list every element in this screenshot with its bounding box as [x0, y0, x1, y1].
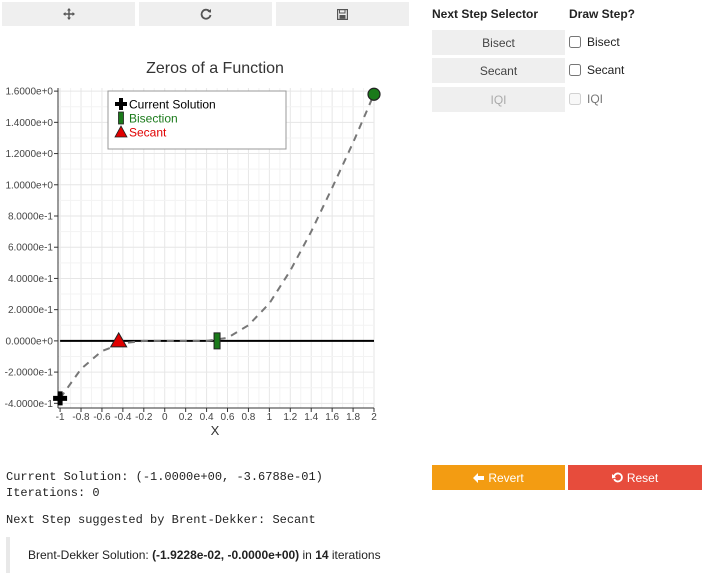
result-middle: in — [299, 548, 316, 562]
next-step-text: Next Step suggested by Brent-Dekker: Sec… — [6, 513, 316, 527]
result-suffix: iterations — [328, 548, 381, 562]
result-value: (-1.9228e-02, -0.0000e+00) — [152, 548, 300, 562]
draw-bisect-checkbox[interactable] — [569, 36, 581, 48]
pan-button[interactable] — [2, 2, 135, 26]
bisection-marker — [213, 332, 221, 350]
y-tick-label: 2.0000e-1 — [8, 305, 53, 316]
iterations-text: Iterations: 0 — [6, 486, 100, 500]
reset-label: Reset — [626, 470, 659, 485]
arrow-left-icon — [473, 472, 485, 483]
save-button[interactable] — [276, 2, 409, 26]
draw-iqi-checkbox — [569, 93, 581, 105]
x-tick-label: 0.4 — [200, 412, 214, 423]
reset-view-button[interactable] — [139, 2, 272, 26]
save-icon — [337, 8, 348, 20]
x-tick-label: 1.4 — [304, 412, 318, 423]
y-tick-label: 8.0000e-1 — [8, 212, 53, 223]
x-tick-label: 1.6 — [325, 412, 339, 423]
draw-secant-label: Secant — [587, 63, 625, 77]
x-tick-label: 0 — [162, 412, 168, 423]
y-tick-label: 1.4000e+0 — [5, 118, 53, 129]
x-tick-label: -0.8 — [72, 412, 90, 423]
x-tick-label: -1 — [56, 412, 65, 423]
result-prefix: Brent-Dekker Solution: — [28, 548, 153, 562]
x-tick-label: 0.6 — [221, 412, 235, 423]
refresh-icon — [200, 8, 211, 20]
chart-title: Zeros of a Function — [146, 60, 284, 77]
x-axis-label: X — [211, 423, 220, 438]
x-tick-label: 1 — [267, 412, 273, 423]
revert-button[interactable]: Revert — [432, 465, 565, 490]
next-step-selector-title: Next Step Selector — [432, 7, 539, 21]
legend-entry-label: Current Solution — [129, 98, 216, 112]
x-tick-label: -0.2 — [135, 412, 153, 423]
x-tick-label: 0.8 — [241, 412, 255, 423]
y-tick-label: -2.0000e-1 — [5, 368, 54, 379]
x-tick-label: -0.6 — [93, 412, 111, 423]
draw-step-title: Draw Step? — [569, 7, 636, 21]
y-tick-label: 1.6000e+0 — [5, 87, 53, 98]
x-tick-label: 2 — [371, 412, 377, 423]
iqi-step-button: IQI — [432, 87, 565, 112]
undo-icon — [611, 472, 623, 483]
legend-entry-label: Secant — [129, 126, 167, 140]
x-tick-label: 1.2 — [283, 412, 297, 423]
chart-legend: Current SolutionBisectionSecant — [107, 90, 287, 150]
result-iterations: 14 — [315, 548, 329, 562]
y-tick-label: 0.0000e+0 — [5, 336, 53, 347]
current-solution-text: Current Solution: (-1.0000e+00, -3.6788e… — [6, 470, 323, 484]
secant-step-button[interactable]: Secant — [432, 58, 565, 83]
draw-iqi-option: IQI — [569, 92, 603, 106]
draw-iqi-label: IQI — [587, 92, 604, 106]
brent-dekker-result: Brent-Dekker Solution: (-1.9228e-02, -0.… — [6, 537, 446, 573]
draw-secant-option[interactable]: Secant — [569, 63, 624, 77]
y-tick-label: 1.2000e+0 — [5, 149, 53, 160]
move-icon — [62, 8, 75, 20]
draw-bisect-option[interactable]: Bisect — [569, 35, 620, 49]
y-tick-label: 4.0000e-1 — [8, 274, 53, 285]
function-chart: Zeros of a Function -1 -0.8 -0.6 -0.4 -0.2 0 0… — [5, 60, 381, 438]
draw-bisect-label: Bisect — [587, 35, 620, 49]
legend-bar-icon — [118, 111, 124, 125]
y-tick-label: 1.0000e+0 — [5, 180, 53, 191]
reset-button[interactable]: Reset — [568, 465, 702, 490]
draw-secant-checkbox[interactable] — [569, 64, 581, 76]
y-tick-label: 6.0000e-1 — [8, 243, 53, 254]
y-tick-label: -4.0000e-1 — [5, 399, 54, 410]
legend-entry-label: Bisection — [129, 112, 178, 126]
x-tick-label: 0.2 — [179, 412, 193, 423]
revert-label: Revert — [488, 470, 524, 485]
x-tick-label: -0.4 — [114, 412, 132, 423]
x-tick-label: 1.8 — [346, 412, 360, 423]
bisect-step-button[interactable]: Bisect — [432, 30, 565, 55]
endpoint-marker — [367, 87, 381, 101]
